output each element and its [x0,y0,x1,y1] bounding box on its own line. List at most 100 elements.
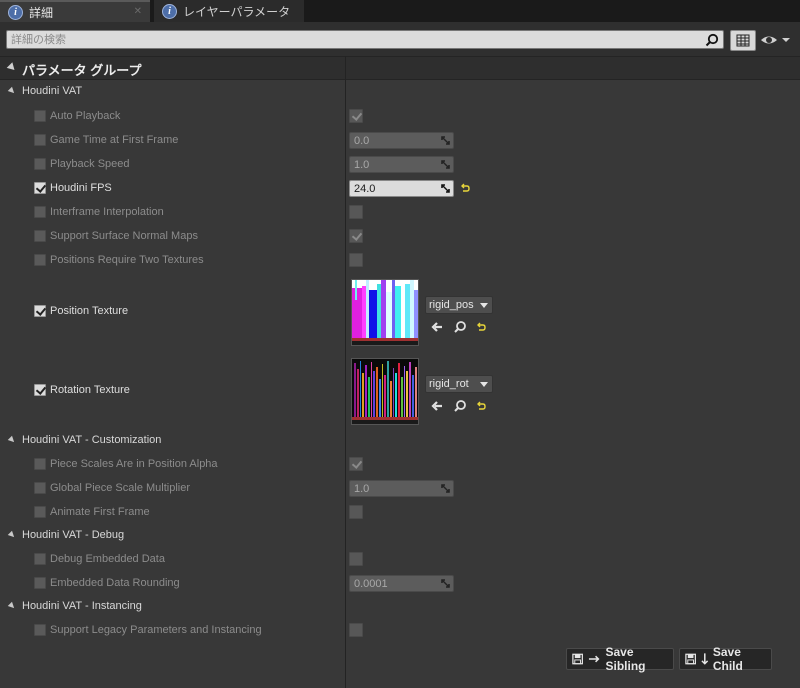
collapse-arrow-icon[interactable] [7,530,17,540]
arrow-down-icon [701,653,709,665]
save-icon [572,653,583,665]
collapse-arrow-icon[interactable] [7,86,17,96]
override-checkbox[interactable] [34,158,46,170]
collapse-arrow-icon[interactable] [7,435,17,445]
value-checkbox[interactable] [349,552,363,566]
param-row-animate-first-frame: Animate First Frame [0,502,800,524]
override-checkbox[interactable] [34,206,46,218]
param-label: Embedded Data Rounding [50,577,180,589]
override-checkbox[interactable] [34,553,46,565]
override-checkbox[interactable] [34,506,46,518]
value-number-field[interactable]: 0.0001 [349,575,454,592]
override-checkbox[interactable] [34,110,46,122]
chevron-down-icon [480,303,488,308]
override-checkbox[interactable] [34,134,46,146]
override-checkbox[interactable] [34,384,46,396]
value-number-field[interactable]: 0.0 [349,132,454,149]
value-number-field[interactable]: 24.0 [349,180,454,197]
category-houdini-vat[interactable]: Houdini VAT [0,82,800,102]
param-row-embedded-data-rounding: Embedded Data Rounding 0.0001 [0,573,800,595]
value-checkbox[interactable] [349,205,363,219]
drag-resize-icon[interactable] [441,484,450,493]
category-houdini-vat-customization[interactable]: Houdini VAT - Customization [0,431,800,451]
override-checkbox[interactable] [34,624,46,636]
param-row-auto-playback: Auto Playback [0,106,800,128]
save-child-button[interactable]: Save Child [679,645,772,673]
close-icon[interactable]: ✕ [134,6,142,17]
value-checkbox[interactable] [349,253,363,267]
drag-resize-icon[interactable] [441,579,450,588]
position-texture-preview [352,280,418,345]
drag-resize-icon[interactable] [441,160,450,169]
override-checkbox[interactable] [34,305,46,317]
override-checkbox[interactable] [34,577,46,589]
texture-thumbnail[interactable] [351,358,419,425]
reset-arrow-icon[interactable] [460,183,470,193]
chevron-down-icon [480,382,488,387]
category-label: Houdini VAT - Instancing [22,600,142,612]
override-checkbox[interactable] [34,458,46,470]
param-row-global-piece-scale: Global Piece Scale Multiplier 1.0 [0,478,800,500]
view-options-button[interactable] [730,30,756,51]
param-row-rotation-texture: Rotation Texture rigid_rot [0,355,800,427]
param-label: Rotation Texture [50,384,130,396]
search-input[interactable] [11,32,691,47]
param-label: Position Texture [50,305,129,317]
parameter-group-title: パラメータ グループ [22,63,142,78]
arrow-right-icon [589,655,600,663]
value-number-field[interactable]: 1.0 [349,156,454,173]
category-houdini-vat-instancing[interactable]: Houdini VAT - Instancing [0,597,800,617]
param-row-game-time: Game Time at First Frame 0.0 [0,130,800,152]
value-number-field[interactable]: 1.0 [349,480,454,497]
value-checkbox[interactable] [349,505,363,519]
search-box[interactable] [6,30,724,49]
param-label: Piece Scales Are in Position Alpha [50,458,218,470]
tab-details[interactable]: i 詳細 ✕ [0,0,150,22]
override-checkbox[interactable] [34,482,46,494]
param-label: Auto Playback [50,110,121,122]
search-row [0,22,800,56]
param-label: Debug Embedded Data [50,553,165,565]
value-text: 24.0 [354,183,376,195]
tab-details-label: 詳細 [29,5,54,20]
find-in-browser-icon[interactable] [453,320,467,334]
texture-asset-combo[interactable]: rigid_rot [425,375,493,393]
param-label: Global Piece Scale Multiplier [50,482,191,494]
grid-icon [736,34,750,47]
eye-icon[interactable] [760,32,794,48]
param-row-debug-embedded-data: Debug Embedded Data [0,549,800,571]
save-child-label: Save Child [712,645,743,673]
param-row-playback-speed: Playback Speed 1.0 [0,154,800,176]
category-houdini-vat-debug[interactable]: Houdini VAT - Debug [0,526,800,546]
collapse-arrow-icon[interactable] [6,62,18,73]
value-checkbox[interactable] [349,623,363,637]
reset-arrow-icon[interactable] [476,401,486,411]
info-icon: i [162,3,177,19]
override-checkbox[interactable] [34,230,46,242]
drag-resize-icon[interactable] [441,184,450,193]
find-in-browser-icon[interactable] [453,399,467,413]
param-row-interframe-interpolation: Interframe Interpolation [0,202,800,224]
collapse-arrow-icon[interactable] [7,601,17,611]
save-icon [685,653,696,665]
param-row-legacy-instancing: Support Legacy Parameters and Instancing [0,620,800,642]
search-icon[interactable] [705,33,719,47]
value-checkbox[interactable] [349,229,363,243]
browse-arrow-icon[interactable] [430,320,444,334]
texture-asset-combo[interactable]: rigid_pos [425,296,493,314]
override-checkbox[interactable] [34,182,46,194]
param-label: Playback Speed [50,158,130,170]
parameter-group-header[interactable]: パラメータ グループ [0,56,800,80]
param-label: Game Time at First Frame [50,134,179,146]
tab-bar: i 詳細 ✕ i レイヤーパラメータ [0,0,800,22]
value-checkbox[interactable] [349,457,363,471]
override-checkbox[interactable] [34,254,46,266]
reset-arrow-icon[interactable] [476,322,486,332]
info-icon: i [8,4,23,20]
browse-arrow-icon[interactable] [430,399,444,413]
save-sibling-button[interactable]: Save Sibling [566,645,674,673]
texture-thumbnail[interactable] [351,279,419,346]
tab-layer-parameters[interactable]: i レイヤーパラメータ [154,0,304,22]
drag-resize-icon[interactable] [441,136,450,145]
value-checkbox[interactable] [349,109,363,123]
